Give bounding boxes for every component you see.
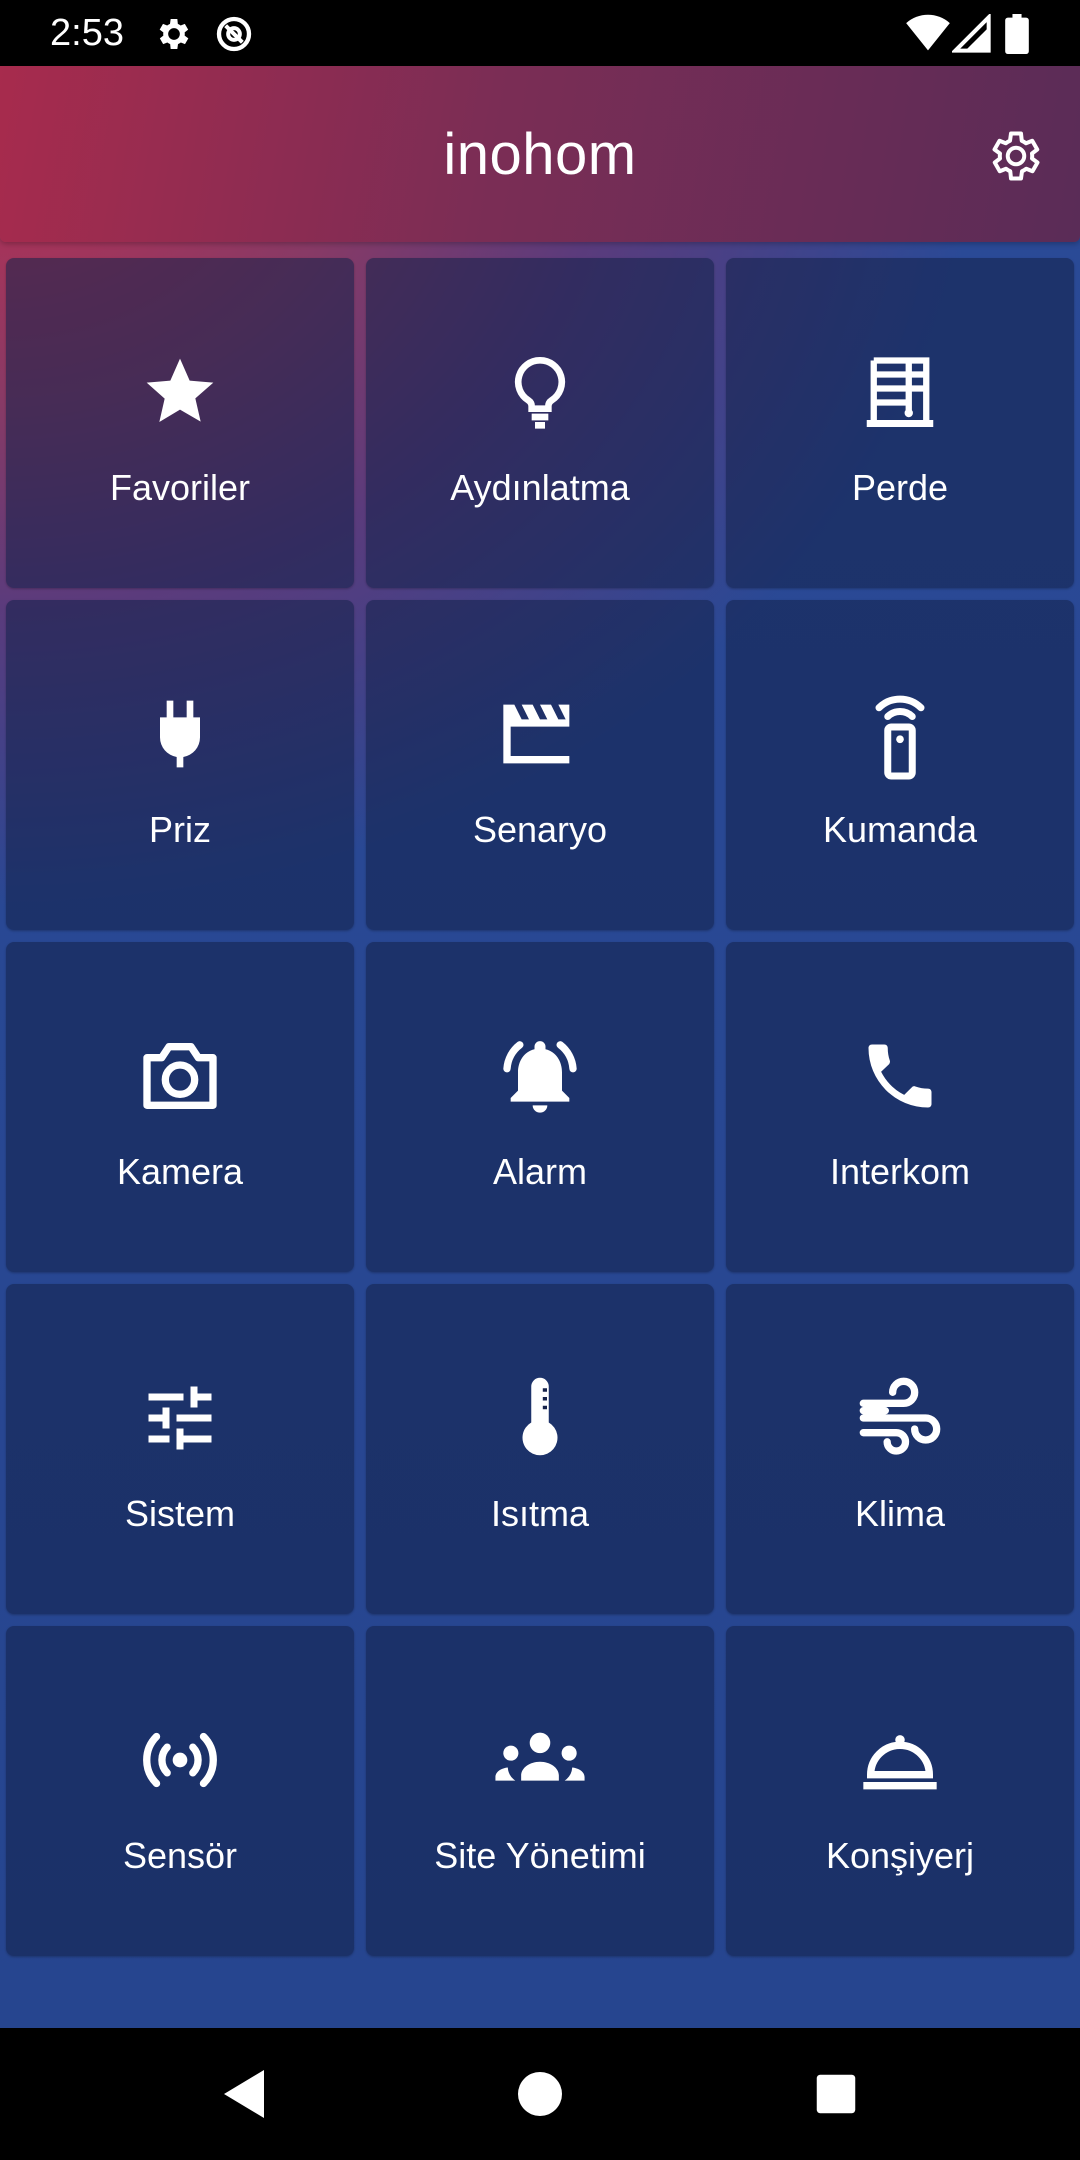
home-circle-icon[interactable] (512, 2066, 568, 2122)
tile-label: Priz (149, 809, 211, 850)
tile-label: Isıtma (490, 1493, 589, 1534)
tile-alarm[interactable]: Alarm (366, 942, 714, 1272)
tile-site-yonetimi[interactable]: Site Yönetimi (366, 1626, 714, 1956)
tile-konsiyerj[interactable]: Konşiyerj (726, 1626, 1074, 1956)
tile-priz[interactable]: Priz (6, 600, 354, 930)
clapperboard-icon (492, 686, 588, 782)
star-icon (132, 344, 228, 440)
alarm-bell-icon (492, 1028, 588, 1124)
tile-isitma[interactable]: Isıtma (366, 1284, 714, 1614)
settings-button[interactable] (984, 124, 1048, 188)
cellular-signal-icon (952, 14, 992, 54)
tile-favoriler[interactable]: Favoriler (6, 258, 354, 588)
camera-icon (132, 1028, 228, 1124)
app-title: inohom (443, 122, 637, 187)
app-header: inohom (0, 66, 1080, 242)
battery-icon (1004, 14, 1032, 54)
wind-icon (852, 1370, 948, 1466)
tile-label: Perde (851, 467, 949, 508)
tile-sistem[interactable]: Sistem (6, 1284, 354, 1614)
remote-control-icon (852, 686, 948, 782)
tile-kamera[interactable]: Kamera (6, 942, 354, 1272)
tile-kumanda[interactable]: Kumanda (726, 600, 1074, 930)
sensor-signal-icon (132, 1712, 228, 1808)
navigation-bar (0, 2028, 1080, 2160)
gear-icon (986, 126, 1046, 186)
back-triangle-icon[interactable] (216, 2066, 272, 2122)
tile-label: Sensör (122, 1835, 238, 1876)
tile-label: Klima (854, 1493, 946, 1534)
group-icon (492, 1712, 588, 1808)
wifi-icon (906, 14, 950, 54)
curtain-icon (852, 344, 948, 440)
tile-label: Sistem (124, 1493, 236, 1534)
tile-label: Interkom (829, 1151, 971, 1192)
thermometer-icon (492, 1370, 588, 1466)
app-content: inohom Favoriler Aydınlatma Perde Priz S… (0, 66, 1080, 2028)
plug-icon (132, 686, 228, 782)
tile-sensor[interactable]: Sensör (6, 1626, 354, 1956)
gear-icon (154, 14, 194, 54)
tile-label: Kamera (116, 1151, 244, 1192)
tile-interkom[interactable]: Interkom (726, 942, 1074, 1272)
tile-label: Alarm (492, 1151, 587, 1192)
room-service-bell-icon (852, 1712, 948, 1808)
tile-label: Kumanda (822, 809, 978, 850)
tile-senaryo[interactable]: Senaryo (366, 600, 714, 930)
sliders-icon (132, 1370, 228, 1466)
status-bar: 2:53 (0, 0, 1080, 66)
tile-perde[interactable]: Perde (726, 258, 1074, 588)
tile-label: Aydınlatma (450, 467, 630, 508)
category-grid: Favoriler Aydınlatma Perde Priz Senaryo … (6, 258, 1074, 1956)
tile-label: Favoriler (109, 467, 251, 508)
tile-aydinlatma[interactable]: Aydınlatma (366, 258, 714, 588)
lightbulb-icon (492, 344, 588, 440)
tile-klima[interactable]: Klima (726, 1284, 1074, 1614)
tile-label: Site Yönetimi (434, 1835, 646, 1876)
tile-label: Senaryo (472, 809, 608, 850)
recents-square-icon[interactable] (808, 2066, 864, 2122)
status-time: 2:53 (50, 12, 124, 54)
at-sign-icon (214, 14, 254, 54)
phone-screen: 2:53 inohom Favoriler Aydınlatma Perde P… (0, 0, 1080, 2160)
tile-label: Konşiyerj (825, 1835, 975, 1876)
phone-icon (852, 1028, 948, 1124)
